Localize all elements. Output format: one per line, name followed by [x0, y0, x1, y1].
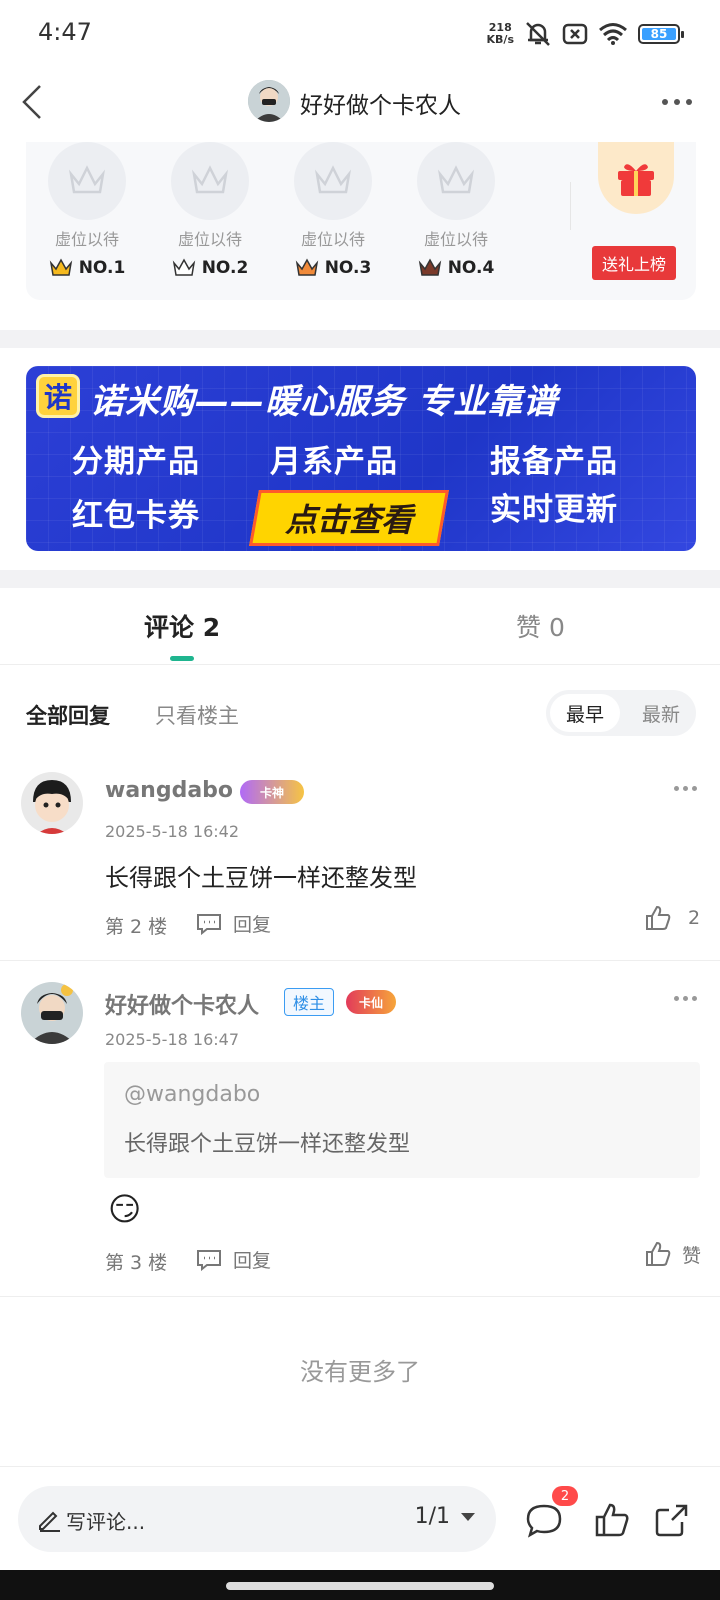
- empty-seat: [417, 142, 495, 220]
- rank-slot-1[interactable]: 虚位以待 NO.1: [42, 142, 132, 278]
- quoted-username: @wangdabo: [124, 1082, 261, 1107]
- sort-newest[interactable]: 最新: [630, 694, 692, 732]
- banner-item: 月系产品: [270, 444, 398, 480]
- comment-username[interactable]: wangdabo: [105, 778, 233, 803]
- banner-item: 报备产品: [490, 444, 618, 480]
- crown-icon: [418, 258, 441, 276]
- smirk-emoji: 😏: [108, 1190, 142, 1228]
- author-avatar-image: [248, 80, 290, 122]
- floor-number: 第 2 楼: [105, 916, 168, 938]
- crown-icon: [172, 258, 195, 276]
- cartoon-avatar-image: [21, 772, 83, 834]
- filter-all-replies[interactable]: 全部回复: [26, 700, 110, 730]
- comment-divider: [0, 1296, 720, 1297]
- more-options-button[interactable]: [662, 92, 694, 112]
- tab-comments[interactable]: 评论 2: [144, 608, 220, 644]
- page-selector[interactable]: 1/1: [415, 1504, 476, 1529]
- thumbs-up-icon: [646, 1241, 671, 1266]
- comment-time: 2025-5-18 16:47: [105, 1030, 239, 1049]
- comment-more-button[interactable]: [674, 996, 697, 1001]
- thumbs-up-icon: [646, 905, 671, 930]
- thumbs-up-icon[interactable]: [592, 1500, 632, 1540]
- status-time: 4:47: [38, 18, 92, 46]
- chevron-left-icon: [22, 85, 41, 119]
- more-dot: [686, 99, 692, 105]
- floor-number: 第 3 楼: [105, 1252, 168, 1274]
- more-dot: [674, 99, 680, 105]
- section-separator: [0, 570, 720, 588]
- level-badge: 卡神: [240, 780, 304, 804]
- net-speed: 218 KB/s: [486, 21, 514, 46]
- gift-icon: [618, 164, 654, 196]
- reply-button[interactable]: 回复: [195, 910, 271, 937]
- banner-item: 红包卡券: [72, 498, 200, 534]
- comment-count-badge: 2: [552, 1486, 578, 1506]
- section-separator: [0, 330, 720, 348]
- commenter-avatar[interactable]: [21, 772, 83, 834]
- commenter-avatar[interactable]: [21, 982, 83, 1044]
- quoted-comment[interactable]: @wangdabo 长得跟个土豆饼一样还整发型: [104, 1062, 700, 1178]
- crown-icon: [49, 258, 72, 276]
- empty-seat: [171, 142, 249, 220]
- crown-outline-icon: [314, 165, 352, 194]
- rank-divider: [570, 182, 571, 230]
- like-button[interactable]: 2: [644, 904, 700, 932]
- tab-likes[interactable]: 赞 0: [516, 608, 565, 644]
- share-icon[interactable]: [652, 1500, 692, 1540]
- author-avatar-image: [21, 982, 83, 1044]
- author-avatar[interactable]: [248, 80, 290, 122]
- back-button[interactable]: [14, 80, 54, 124]
- rank-slot-2[interactable]: 虚位以待 NO.2: [165, 142, 255, 278]
- crown-outline-icon: [437, 165, 475, 194]
- pencil-icon: [39, 1511, 60, 1532]
- brand-logo: 诺: [36, 374, 80, 418]
- comment-time: 2025-5-18 16:42: [105, 822, 239, 841]
- page-title: 好好做个卡农人: [300, 93, 461, 119]
- crown-outline-icon: [68, 165, 106, 194]
- banner-headline: 诺米购——暖心服务 专业靠谱: [90, 382, 558, 422]
- rank-slot-4[interactable]: 虚位以待 NO.4: [411, 142, 501, 278]
- comment-bubble-icon: [197, 1249, 221, 1271]
- caret-down-icon: [461, 1512, 475, 1521]
- level-badge: 卡仙: [346, 990, 396, 1014]
- mute-icon: [526, 22, 550, 46]
- comment-bubble-icon[interactable]: [524, 1500, 564, 1540]
- sort-earliest[interactable]: 最早: [550, 694, 620, 732]
- empty-seat: [48, 142, 126, 220]
- like-button[interactable]: 赞: [644, 1240, 701, 1268]
- post-detail-screen: 4:47 218 KB/s 85 好好做个卡农人 虚位以待 NO.1 虚位以待 …: [0, 0, 720, 1600]
- comment-username[interactable]: 好好做个卡农人: [105, 988, 259, 1020]
- banner-item: 分期产品: [72, 444, 200, 480]
- crown-icon: [295, 258, 318, 276]
- battery-icon: 85: [638, 24, 684, 44]
- crown-outline-icon: [191, 165, 229, 194]
- empty-seat: [294, 142, 372, 220]
- promo-banner[interactable]: 诺 诺米购——暖心服务 专业靠谱 分期产品 月系产品 报备产品 红包卡券 实时更…: [26, 366, 696, 551]
- rank-slot-3[interactable]: 虚位以待 NO.3: [288, 142, 378, 278]
- send-gift-button[interactable]: 送礼上榜: [592, 246, 676, 280]
- home-indicator[interactable]: [226, 1582, 494, 1590]
- bottom-bar-divider: [0, 1466, 720, 1467]
- reply-button[interactable]: 回复: [195, 1246, 271, 1273]
- banner-item: 实时更新: [490, 492, 618, 528]
- write-comment-input[interactable]: 写评论... 1/1: [18, 1486, 496, 1552]
- sim-off-icon: [562, 23, 588, 45]
- owner-tag: 楼主: [284, 988, 335, 1016]
- comment-text: 长得跟个土豆饼一样还整发型: [105, 864, 417, 892]
- banner-cta-button[interactable]: 点击查看: [249, 490, 449, 546]
- status-icons: 218 KB/s 85: [486, 18, 684, 50]
- comment-bubble-icon: [197, 913, 221, 935]
- comment-more-button[interactable]: [674, 786, 697, 791]
- filter-owner-only[interactable]: 只看楼主: [155, 700, 239, 730]
- wifi-icon: [599, 23, 627, 45]
- active-tab-indicator: [170, 656, 194, 661]
- comment-divider: [0, 960, 720, 961]
- end-of-list-text: 没有更多了: [300, 1358, 420, 1386]
- more-dot: [662, 99, 668, 105]
- quoted-text: 长得跟个土豆饼一样还整发型: [124, 1132, 411, 1157]
- tabs-divider: [0, 664, 720, 665]
